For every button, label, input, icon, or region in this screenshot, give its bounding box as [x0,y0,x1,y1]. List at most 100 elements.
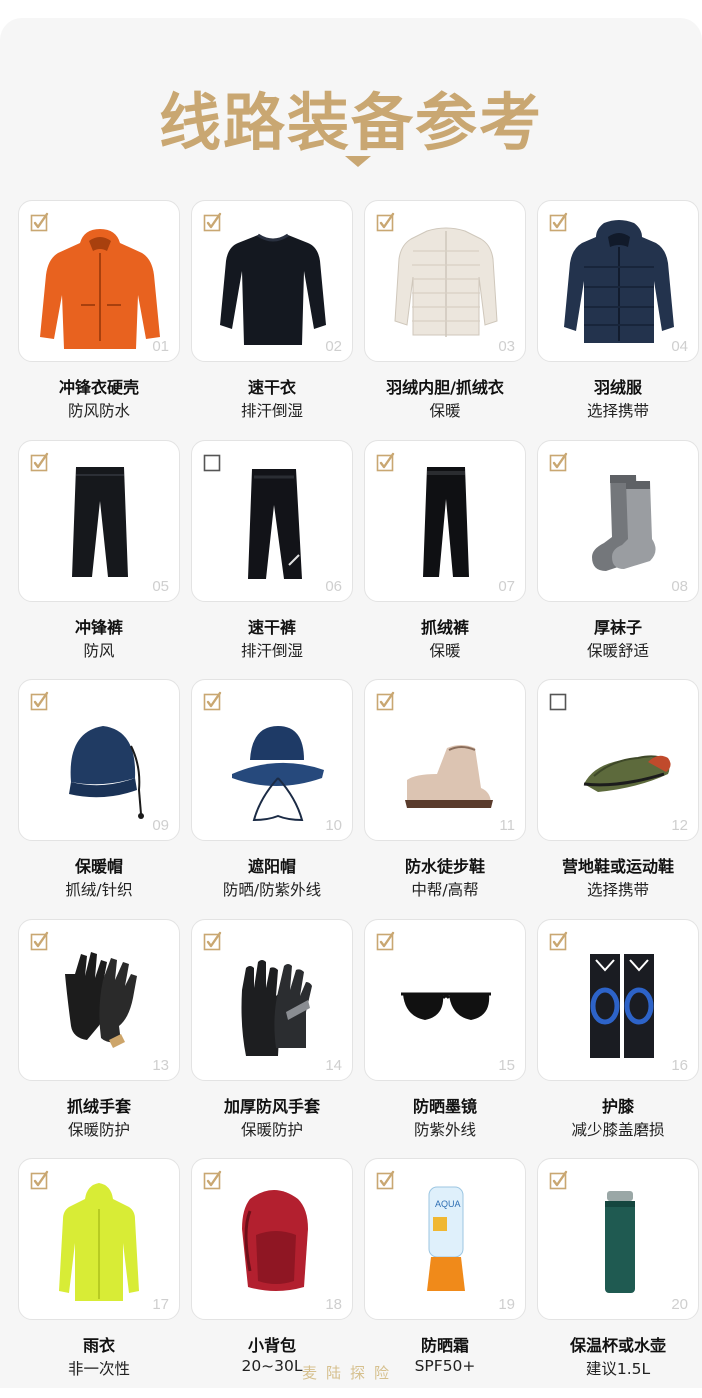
item-name: 雨衣 [82,1336,115,1355]
item-number: 02 [325,338,342,355]
item-name: 遮阳帽 [247,857,296,876]
equipment-card[interactable]: 13 [18,918,180,1081]
equipment-card[interactable]: 01 [18,200,180,362]
equipment-card[interactable]: 02 [191,200,353,362]
item-name: 加厚防风手套 [223,1096,320,1116]
item-description: 保暖防护 [240,1120,303,1139]
item-description: 选择携带 [586,881,649,899]
item-number: 06 [325,577,342,595]
item-name: 羽绒服 [593,378,642,397]
item-number: 07 [498,577,515,595]
item-name: 速干衣 [247,378,296,397]
item-name: 防晒墨镜 [412,1096,477,1116]
item-name: 冲锋裤 [74,617,123,637]
equipment-item[interactable]: 16 护膝减少膝盖磨损 [537,918,699,1159]
equipment-card[interactable]: 10 [191,679,353,841]
equipment-card[interactable]: 16 [537,918,699,1081]
equipment-item[interactable]: 05 冲锋裤防风 [18,439,180,680]
item-name: 护膝 [601,1096,634,1116]
item-name: 营地鞋或运动鞋 [561,857,674,876]
item-description: 防风 [83,641,115,660]
equipment-card[interactable]: 17 [18,1158,180,1320]
equipment-item[interactable]: 03 羽绒内胆/抓绒衣 保暖 [364,200,526,440]
item-number: 08 [671,577,688,595]
item-name: 防水徒步鞋 [404,857,485,876]
equipment-item[interactable]: 07 抓绒裤保暖 [364,439,526,680]
item-description: 保暖防护 [67,1120,130,1139]
item-name: 厚袜子 [593,617,642,637]
equipment-item[interactable]: 12 营地鞋或运动鞋 选择携带 [537,679,699,919]
equipment-card[interactable]: 15 [364,918,526,1081]
item-name: 保暖帽 [74,857,123,876]
item-description: 中帮/高帮 [411,881,479,899]
equipment-card[interactable]: 05 [18,439,180,602]
equipment-card[interactable]: 04 [537,200,699,362]
item-name: 防晒霜 [420,1336,469,1355]
item-number: 03 [498,338,515,355]
item-number: 16 [671,1056,688,1074]
item-number: 12 [671,817,688,834]
caret-down-icon [345,156,371,167]
item-name: 速干裤 [247,617,296,637]
page-title: 线路装备参考 [158,86,543,159]
item-number: 13 [152,1056,169,1074]
item-description: 排汗倒湿 [240,402,303,420]
equipment-card[interactable]: 08 [537,439,699,602]
item-description: 减少膝盖磨损 [571,1120,665,1139]
equipment-card[interactable]: 18 [191,1158,353,1320]
equipment-item[interactable]: 02 速干衣排汗倒湿 [191,200,353,440]
equipment-item[interactable]: 14 加厚防风手套 保暖防护 [191,918,353,1159]
item-description: 防紫外线 [413,1120,476,1139]
item-number: 01 [152,338,169,355]
item-name: 抓绒裤 [420,617,469,637]
item-description: 防晒/防紫外线 [222,881,322,899]
equipment-item[interactable]: 11 防水徒步鞋中帮/高帮 [364,679,526,919]
item-number: 11 [499,817,515,834]
equipment-item[interactable]: 08 厚袜子 保暖舒适 [537,439,699,680]
equipment-card[interactable]: 20 [537,1158,699,1320]
item-number: 18 [325,1296,342,1313]
equipment-card[interactable]: 06 [191,439,353,602]
equipment-card[interactable]: AQUA 19 [364,1158,526,1320]
item-description: 建议1.5L [585,1360,651,1378]
item-name: 冲锋衣硬壳 [58,378,139,397]
item-number: 09 [152,817,169,834]
equipment-card[interactable]: 03 [364,200,526,362]
item-name: 羽绒内胆/抓绒衣 [386,378,504,397]
equipment-card[interactable]: 07 [364,439,526,602]
equipment-card[interactable]: 12 [537,679,699,841]
equipment-item[interactable]: 17 雨衣非一次性 [18,1158,180,1398]
item-description: 保暖 [429,402,461,420]
svg-text:AQUA: AQUA [435,1199,461,1209]
equipment-card[interactable]: 09 [18,679,180,841]
item-name: 小背包 [247,1336,296,1355]
brand-watermark: 麦陆探险 [302,1364,399,1382]
item-number: 04 [671,338,688,355]
equipment-item[interactable]: 20 保温杯或水壶 建议1.5L [537,1158,699,1398]
item-number: 19 [498,1296,515,1313]
item-number: 05 [152,577,169,595]
equipment-item[interactable]: 09 保暖帽抓绒/针织 [18,679,180,919]
item-description: 排汗倒湿 [240,641,303,660]
item-number: 17 [152,1296,169,1313]
item-name: 保温杯或水壶 [569,1336,666,1355]
item-number: 20 [671,1296,688,1313]
item-name: 抓绒手套 [66,1096,131,1116]
item-description: 选择携带 [586,402,649,420]
equipment-item[interactable]: 04 羽绒服选择携带 [537,200,699,440]
equipment-item[interactable]: 10 遮阳帽防晒/防紫外线 [191,679,353,919]
equipment-card[interactable]: 11 [364,679,526,841]
item-number: 10 [325,817,342,834]
equipment-item[interactable]: 13 抓绒手套保暖防护 [18,918,180,1159]
item-description: 抓绒/针织 [65,881,133,899]
item-description: 防风防水 [67,402,130,420]
item-description: 非一次性 [67,1360,130,1378]
equipment-item[interactable]: 06 速干裤排汗倒湿 [191,439,353,680]
equipment-item[interactable]: 01 冲锋衣硬壳防风防水 [18,200,180,440]
equipment-item[interactable]: 15 防晒墨镜防紫外线 [364,918,526,1159]
equipment-card[interactable]: 14 [191,918,353,1081]
item-number: 14 [325,1056,342,1074]
item-description: 保暖 [429,641,461,660]
equipment-grid: 01 冲锋衣硬壳防风防水 02 速干衣排汗倒湿 03 羽绒内胆/抓绒衣 保暖 04 羽绒服… [18,200,699,1398]
item-number: 15 [498,1056,515,1074]
